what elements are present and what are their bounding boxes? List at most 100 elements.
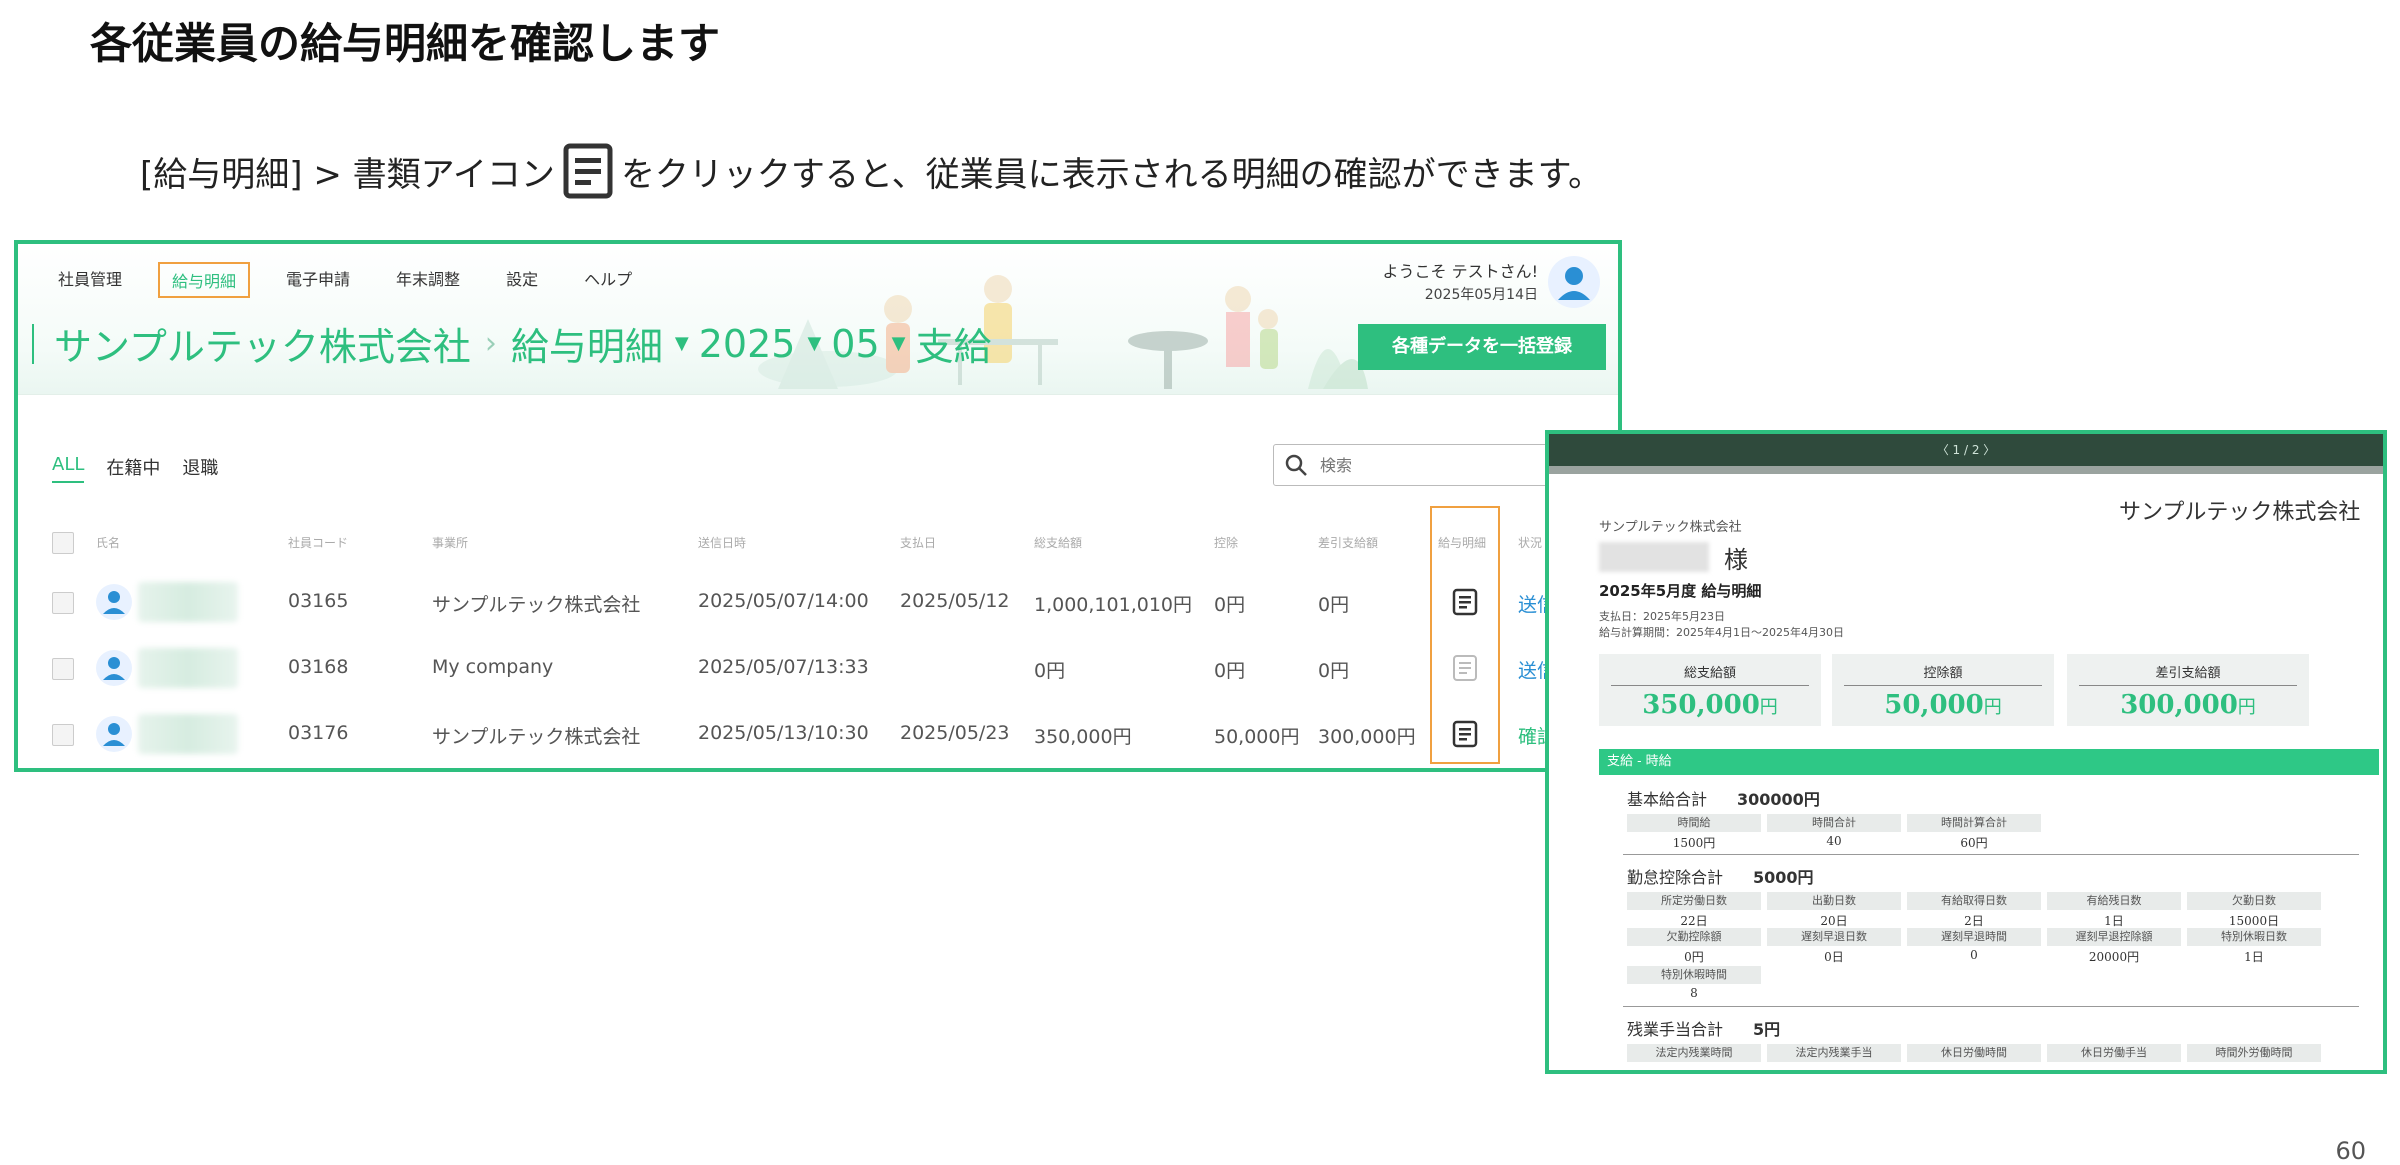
section-header: 支給 - 時給	[1599, 749, 2379, 775]
cell-value: 0円	[1684, 950, 1704, 964]
welcome-text: ようこそ テストさん!	[1382, 262, 1538, 281]
cell-value: 1日	[2244, 950, 2264, 964]
nav-settings[interactable]: 設定	[496, 262, 548, 298]
summary-label: 差引支給額	[2079, 654, 2297, 686]
payslip-pay-date: 支払日：2025年5月23日	[1599, 610, 1725, 623]
group-absence-title: 勤怠控除合計 5000円	[1627, 868, 1814, 887]
summary-gross: 総支給額 350,000円	[1599, 654, 1821, 726]
user-icon	[103, 591, 125, 614]
search-input[interactable]	[1318, 454, 1522, 476]
document-icon-disabled[interactable]	[1452, 654, 1478, 682]
page-number: 60	[2335, 1137, 2366, 1165]
cell-label: 有給残日数	[2047, 892, 2181, 910]
cell-label: 時間合計	[1767, 814, 1901, 832]
cell-label: 遅刻早退控除額	[2047, 928, 2181, 946]
group-base-title: 基本給合計 300000円	[1627, 790, 1820, 809]
breadcrumb-section[interactable]: 給与明細	[511, 316, 663, 371]
summary-label: 総支給額	[1611, 654, 1809, 686]
row-paydate: 2025/05/23	[900, 722, 1010, 744]
tab-retired[interactable]: 退職	[182, 454, 218, 483]
cell-label: 遅刻早退日数	[1767, 928, 1901, 946]
cell-value: 40	[1826, 834, 1842, 848]
row-deduction: 0円	[1214, 594, 1246, 616]
row-sent: 2025/05/07/13:33	[698, 656, 869, 678]
cell-label: 時間外労働時間	[2187, 1044, 2321, 1062]
row-sent: 2025/05/13/10:30	[698, 722, 869, 744]
payslip-company-left: サンプルテック株式会社	[1599, 520, 1742, 535]
row-net: 0円	[1318, 594, 1350, 616]
payslip-title: 2025年5月度 給与明細	[1599, 582, 1762, 600]
cell-label: 法定内残業時間	[1627, 1044, 1761, 1062]
breadcrumb: サンプルテック株式会社 › 給与明細 ▼ 2025 ▼ 05 ▼ 支給	[32, 316, 992, 371]
col-deduction: 控除	[1214, 536, 1239, 550]
cell-value: 0日	[1824, 950, 1844, 964]
col-paydate: 支払日	[900, 536, 937, 550]
nav-year-end[interactable]: 年末調整	[386, 262, 470, 298]
nav-employee[interactable]: 社員管理	[48, 262, 132, 298]
row-checkbox[interactable]	[52, 724, 74, 746]
tab-active[interactable]: 在籍中	[106, 454, 160, 483]
payslip-pager[interactable]: 〈 1 / 2 〉	[1549, 434, 2383, 466]
nav-help[interactable]: ヘルプ	[574, 262, 642, 298]
breadcrumb-year[interactable]: 2025	[699, 322, 796, 366]
cell-label: 特別休暇日数	[2187, 928, 2321, 946]
slide-title: 各従業員の給与明細を確認します	[90, 19, 721, 68]
top-nav: 社員管理 給与明細 電子申請 年末調整 設定 ヘルプ	[48, 262, 668, 298]
caret-down-icon[interactable]: ▼	[807, 333, 821, 354]
document-icon[interactable]	[1452, 588, 1478, 616]
avatar	[96, 584, 132, 620]
row-office: My company	[432, 656, 554, 678]
current-date: 2025年05月14日	[1424, 287, 1538, 303]
summary-label: 控除額	[1844, 654, 2042, 686]
cell-label: 休日労働手当	[2047, 1044, 2181, 1062]
summary-net: 差引支給額 300,000円	[2067, 654, 2309, 726]
nav-payslip[interactable]: 給与明細	[158, 262, 251, 298]
search-icon	[1285, 454, 1307, 476]
divider	[1623, 854, 2359, 855]
group-overtime-title: 残業手当合計 5円	[1627, 1020, 1781, 1039]
cell-label: 特別休暇時間	[1627, 966, 1761, 984]
caret-down-icon[interactable]: ▼	[892, 333, 906, 354]
summary-value: 50,000円	[1884, 690, 2002, 720]
bulk-register-button[interactable]: 各種データを一括登録	[1358, 324, 1606, 370]
breadcrumb-type[interactable]: 支給	[916, 316, 992, 371]
select-all-checkbox[interactable]	[52, 532, 74, 554]
row-gross: 0円	[1034, 660, 1066, 682]
col-sent: 送信日時	[698, 536, 747, 550]
cell-value: 0	[1970, 948, 1978, 962]
col-gross: 総支給額	[1034, 536, 1083, 550]
caret-down-icon[interactable]: ▼	[675, 333, 689, 354]
summary-deduction: 控除額 50,000円	[1832, 654, 2054, 726]
payslip-honorific: 様	[1724, 546, 1748, 574]
summary-value: 300,000円	[2120, 690, 2256, 720]
breadcrumb-separator-icon: ›	[484, 326, 497, 361]
row-checkbox[interactable]	[52, 658, 74, 680]
tab-all[interactable]: ALL	[52, 454, 85, 483]
cell-value: 20日	[1820, 914, 1848, 928]
cell-value: 1日	[2104, 914, 2124, 928]
payslip-preview: 〈 1 / 2 〉 サンプルテック株式会社 サンプルテック株式会社 様 2025…	[1545, 430, 2387, 1074]
user-icon	[103, 723, 125, 746]
divider	[1623, 1006, 2359, 1007]
user-avatar[interactable]	[1548, 256, 1600, 308]
cell-label: 休日労働時間	[1907, 1044, 2041, 1062]
cell-label: 所定労働日数	[1627, 892, 1761, 910]
cell-value: 15000日	[2228, 914, 2280, 928]
row-office: サンプルテック株式会社	[432, 594, 641, 616]
cell-label: 時間給	[1627, 814, 1761, 832]
search-box[interactable]	[1273, 444, 1573, 486]
payslip-company-right: サンプルテック株式会社	[2119, 500, 2361, 525]
employee-name-blurred	[138, 714, 238, 754]
breadcrumb-company[interactable]: サンプルテック株式会社	[54, 316, 471, 371]
breadcrumb-month[interactable]: 05	[831, 322, 879, 366]
cell-label: 欠勤控除額	[1627, 928, 1761, 946]
row-gross: 350,000円	[1034, 726, 1132, 748]
cell-label: 欠勤日数	[2187, 892, 2321, 910]
row-gross: 1,000,101,010円	[1034, 594, 1193, 616]
row-checkbox[interactable]	[52, 592, 74, 614]
row-sent: 2025/05/07/14:00	[698, 590, 869, 612]
document-icon[interactable]	[1452, 720, 1478, 748]
cell-label: 遅刻早退時間	[1907, 928, 2041, 946]
user-icon	[103, 657, 125, 680]
nav-e-application[interactable]: 電子申請	[276, 262, 360, 298]
